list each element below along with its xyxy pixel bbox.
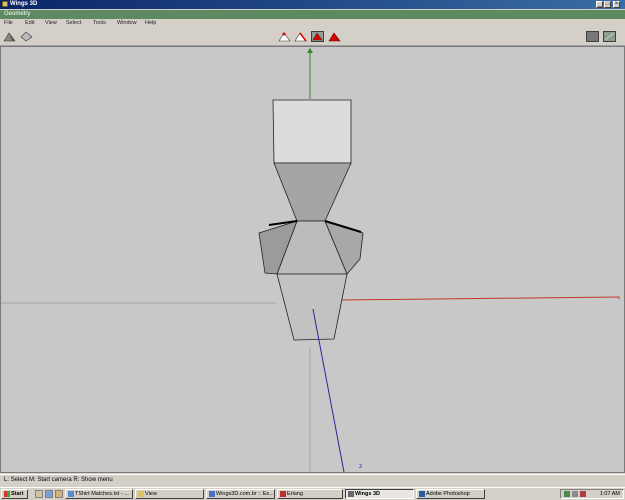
mesh-object[interactable] bbox=[258, 99, 364, 341]
menu-tools[interactable]: Tools bbox=[93, 19, 106, 28]
menu-view[interactable]: View bbox=[45, 19, 57, 28]
start-button[interactable]: Start bbox=[1, 489, 28, 499]
3d-viewport[interactable]: × z bbox=[0, 46, 625, 473]
folder-icon bbox=[138, 491, 144, 497]
app-icon bbox=[2, 1, 8, 7]
task-view[interactable]: View bbox=[135, 489, 204, 499]
ground-plane-icon[interactable] bbox=[3, 31, 16, 42]
outlook-express-icon[interactable] bbox=[55, 490, 63, 498]
close-button[interactable]: × bbox=[613, 1, 620, 8]
x-axis-marker: × bbox=[617, 296, 621, 302]
toolbar bbox=[0, 28, 625, 46]
menu-help[interactable]: Help bbox=[145, 19, 156, 28]
geometry-window-bar[interactable]: Geometry bbox=[0, 10, 625, 19]
clock: 1:07 AM bbox=[599, 491, 620, 497]
mesh-face-upper-taper[interactable] bbox=[273, 162, 352, 222]
face-mode-icon[interactable] bbox=[311, 31, 324, 42]
viewport-canvas[interactable]: × z bbox=[1, 47, 624, 472]
task-tshirt-matches[interactable]: TShirt Matches.txt - ... bbox=[65, 489, 133, 499]
window-title: Wings 3D bbox=[10, 1, 38, 7]
z-axis-label: z bbox=[359, 463, 362, 470]
maximize-button[interactable]: □ bbox=[604, 1, 611, 8]
menu-edit[interactable]: Edit bbox=[25, 19, 34, 28]
antivirus-icon[interactable] bbox=[580, 491, 586, 497]
show-desktop-icon[interactable] bbox=[35, 490, 43, 498]
body-mode-icon[interactable] bbox=[328, 31, 341, 42]
perspective-icon[interactable] bbox=[603, 31, 616, 42]
edge-mode-icon[interactable] bbox=[294, 31, 307, 42]
task-label: View bbox=[145, 491, 157, 497]
notepad-icon bbox=[68, 491, 74, 497]
minimize-button[interactable]: _ bbox=[596, 1, 603, 8]
volume-icon[interactable] bbox=[572, 491, 578, 497]
status-bar: L: Select M: Start camera R: Show menu bbox=[0, 474, 625, 487]
task-wings3d[interactable]: Wings 3D bbox=[345, 489, 414, 499]
status-text: L: Select M: Start camera R: Show menu bbox=[4, 477, 113, 483]
task-label: Erlang bbox=[287, 491, 303, 497]
vertex-mode-icon[interactable] bbox=[278, 31, 291, 42]
task-label: Wings 3D bbox=[355, 491, 381, 497]
windows-taskbar: Start TShirt Matches.txt - ... View Wing… bbox=[0, 487, 625, 500]
photoshop-icon bbox=[419, 491, 425, 497]
network-icon[interactable] bbox=[564, 491, 570, 497]
task-erlang[interactable]: Erlang bbox=[277, 489, 343, 499]
task-wings3d-com-br[interactable]: Wings3D.com.br :: Ex... bbox=[206, 489, 275, 499]
mesh-face-lower[interactable] bbox=[276, 273, 348, 341]
menu-select[interactable]: Select bbox=[66, 19, 81, 28]
mesh-face-top[interactable] bbox=[272, 99, 352, 164]
geometry-window-title: Geometry bbox=[4, 11, 31, 17]
wings3d-icon bbox=[348, 491, 354, 497]
task-label: Adobe Photoshop bbox=[426, 491, 470, 497]
start-label: Start bbox=[11, 491, 24, 497]
menu-bar: File Edit View Select Tools Window Help bbox=[0, 19, 625, 28]
axes-toggle-icon[interactable] bbox=[20, 31, 33, 42]
menu-window[interactable]: Window bbox=[117, 19, 137, 28]
workmode-icon[interactable] bbox=[586, 31, 599, 42]
menu-file[interactable]: File bbox=[4, 19, 13, 28]
erlang-icon bbox=[280, 491, 286, 497]
task-label: Wings3D.com.br :: Ex... bbox=[216, 491, 274, 497]
browser-icon bbox=[209, 491, 215, 497]
task-label: TShirt Matches.txt - ... bbox=[75, 491, 129, 497]
windows-logo-icon bbox=[4, 491, 10, 497]
internet-explorer-icon[interactable] bbox=[45, 490, 53, 498]
x-axis bbox=[340, 296, 620, 301]
y-axis-arrow bbox=[307, 48, 313, 53]
system-tray: 1:07 AM bbox=[560, 489, 624, 499]
task-adobe-photoshop[interactable]: Adobe Photoshop bbox=[416, 489, 485, 499]
title-bar: Wings 3D _ □ × bbox=[0, 0, 625, 9]
